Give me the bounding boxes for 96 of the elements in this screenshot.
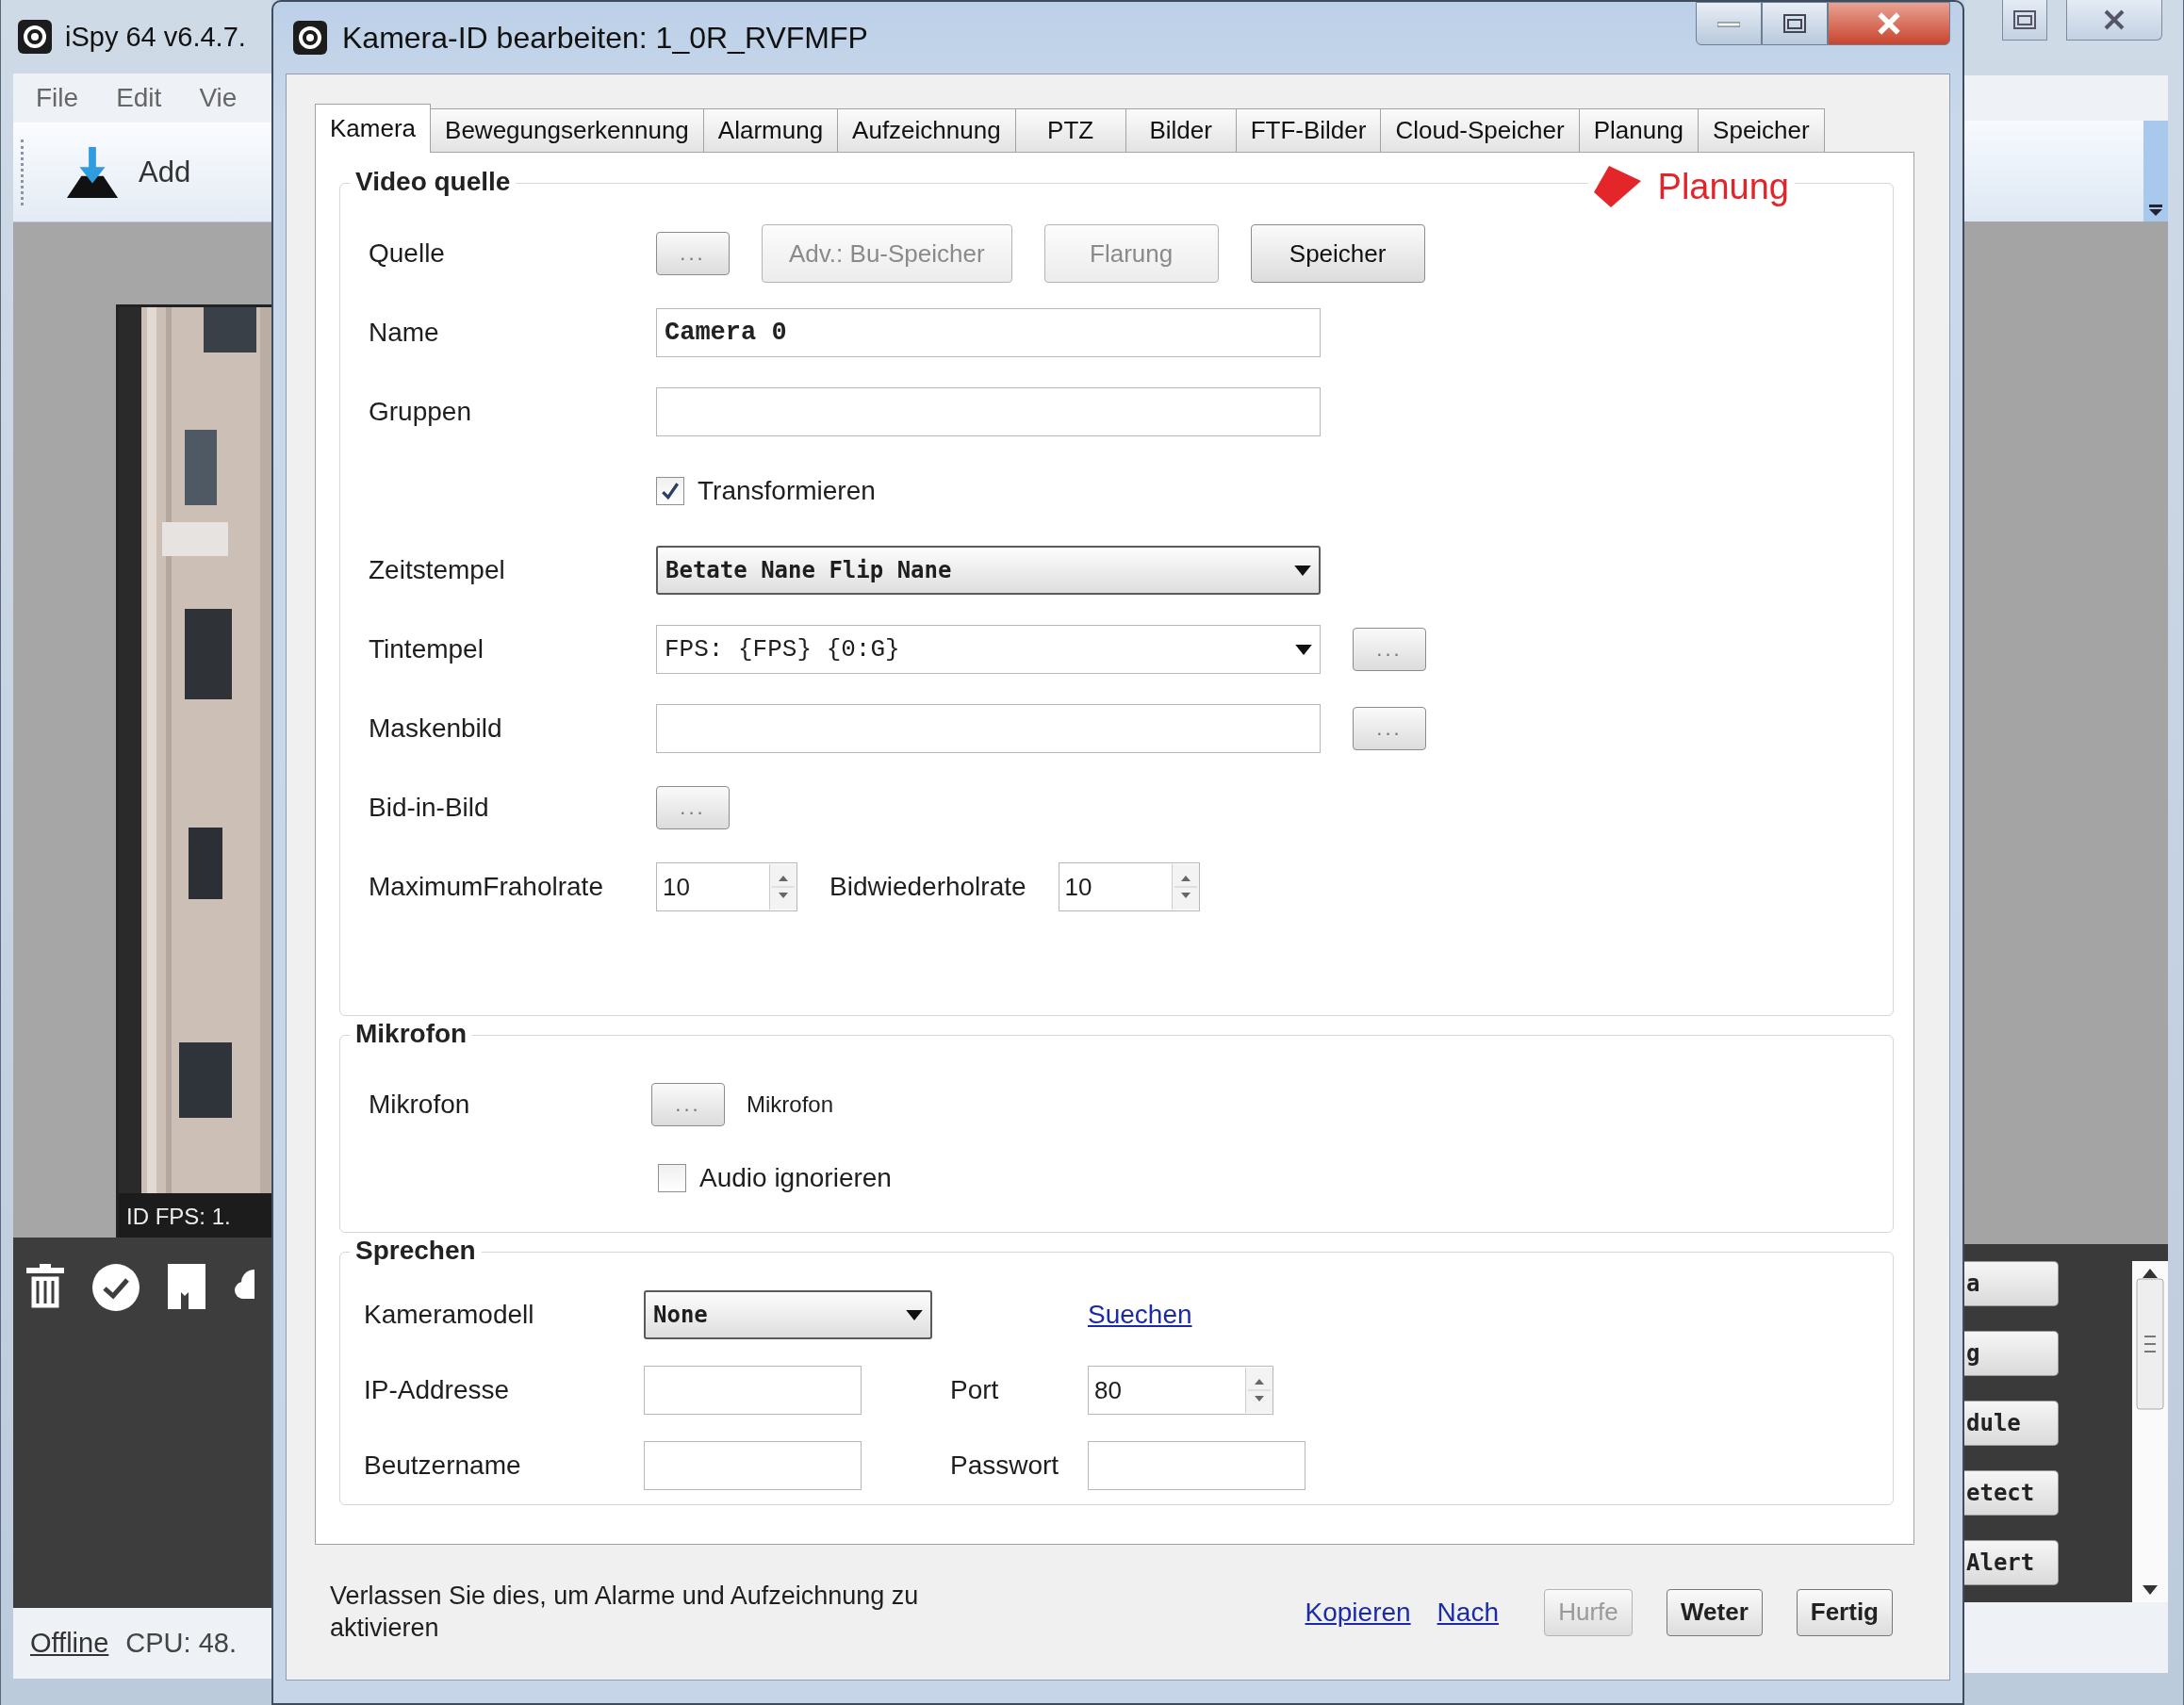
menu-item[interactable]: File bbox=[36, 83, 79, 113]
field-label: MaximumFraholrate bbox=[369, 872, 604, 902]
maximize-button[interactable] bbox=[1762, 2, 1828, 45]
link[interactable]: Nach bbox=[1437, 1597, 1499, 1628]
minimize-icon bbox=[1717, 19, 1740, 28]
tab[interactable]: FTF-Bilder bbox=[1235, 108, 1382, 152]
maximize-button[interactable] bbox=[2002, 0, 2047, 41]
side-button[interactable]: etect bbox=[1964, 1470, 2059, 1516]
text-field[interactable] bbox=[656, 387, 1321, 436]
tab[interactable]: Cloud-Speicher bbox=[1380, 108, 1580, 152]
dialog-button[interactable]: Weter bbox=[1667, 1588, 1763, 1636]
spin-buttons[interactable] bbox=[1245, 1368, 1273, 1413]
text-field[interactable] bbox=[1088, 1441, 1305, 1490]
field-label: Zeitstempel bbox=[369, 555, 506, 585]
restore-icon bbox=[1783, 14, 1806, 33]
window-title: Kamera-ID bearbeiten: 1_0R_RVFMFP bbox=[342, 20, 868, 56]
window-title: iSpy 64 v6.4.7. bbox=[65, 21, 246, 53]
caret-icon bbox=[1295, 644, 1312, 655]
scroll-down-icon[interactable] bbox=[2143, 1585, 2158, 1595]
field-label: Port bbox=[950, 1375, 1000, 1405]
side-button[interactable]: g bbox=[1964, 1331, 2059, 1376]
tab[interactable]: Aufzeichnung bbox=[837, 108, 1016, 152]
app-icon bbox=[293, 21, 327, 55]
tab[interactable]: Kamera bbox=[315, 104, 432, 153]
side-button[interactable]: Alert bbox=[1964, 1540, 2059, 1585]
annotation-text: Planung bbox=[1657, 166, 1789, 207]
dropdown[interactable]: None bbox=[644, 1290, 932, 1339]
scroll-thumb[interactable] bbox=[2136, 1278, 2164, 1410]
link[interactable]: Suechen bbox=[1088, 1300, 1893, 1330]
text-field[interactable] bbox=[644, 1441, 862, 1490]
action-button[interactable]: Speicher bbox=[1250, 224, 1425, 283]
browse-button[interactable]: ... bbox=[651, 1083, 725, 1126]
tab[interactable]: Bewegungserkennung bbox=[430, 108, 704, 152]
field-label: Maskenbild bbox=[369, 713, 503, 744]
book-icon[interactable] bbox=[168, 1264, 205, 1309]
trash-icon[interactable] bbox=[26, 1264, 64, 1309]
caret-icon bbox=[1294, 565, 1311, 576]
camera-overlay-text: ID FPS: 1. bbox=[126, 1204, 231, 1230]
number-field[interactable]: 10 bbox=[1058, 862, 1200, 911]
scroll-down-icon[interactable] bbox=[2149, 205, 2162, 216]
field-label: Passwort bbox=[950, 1451, 1060, 1481]
tab[interactable]: Speicher bbox=[1698, 108, 1825, 152]
checkmark-icon bbox=[660, 481, 681, 501]
app-icon bbox=[18, 20, 52, 54]
cpu-status: CPU: 48. bbox=[125, 1628, 237, 1659]
close-button[interactable] bbox=[2066, 0, 2162, 41]
status-text: Mikrofon bbox=[747, 1091, 834, 1118]
download-icon bbox=[65, 144, 120, 200]
scrollbar[interactable] bbox=[2132, 1261, 2168, 1602]
checkbox[interactable] bbox=[658, 1164, 686, 1192]
side-button[interactable]: a bbox=[1964, 1261, 2059, 1306]
minimize-button[interactable] bbox=[1696, 2, 1762, 45]
status-link[interactable]: Offline bbox=[30, 1628, 109, 1659]
field-label: Bid-in-Bild bbox=[369, 793, 490, 823]
tab[interactable]: Bilder bbox=[1125, 108, 1237, 152]
close-icon bbox=[2103, 8, 2126, 31]
field-label: Name bbox=[369, 318, 440, 348]
field-label: Bidwiederholrate bbox=[829, 872, 1026, 902]
field-label: IP-Addresse bbox=[364, 1375, 511, 1405]
check-icon[interactable] bbox=[92, 1264, 140, 1311]
spin-buttons[interactable] bbox=[1171, 864, 1199, 910]
checkbox[interactable] bbox=[656, 477, 684, 505]
number-field[interactable]: 80 bbox=[1088, 1366, 1273, 1415]
close-button[interactable] bbox=[1828, 2, 1950, 45]
number-field[interactable]: 10 bbox=[656, 862, 797, 911]
browse-button[interactable]: ... bbox=[1353, 707, 1426, 750]
field-label: Kameramodell bbox=[364, 1300, 535, 1330]
link[interactable]: Kopieren bbox=[1305, 1597, 1411, 1628]
checkbox-label[interactable]: Transformieren bbox=[698, 476, 876, 506]
field-label: Beutzername bbox=[364, 1451, 522, 1481]
dialog-button[interactable]: Fertig bbox=[1796, 1588, 1893, 1636]
tab[interactable]: Alarmung bbox=[702, 108, 839, 152]
text-field[interactable] bbox=[656, 704, 1321, 753]
combo-box[interactable]: FPS: {FPS} {0:G} bbox=[656, 625, 1321, 674]
menu-item[interactable]: Edit bbox=[116, 83, 162, 113]
field-label: Gruppen bbox=[369, 397, 472, 427]
menu-item[interactable]: Vie bbox=[199, 83, 238, 113]
side-button[interactable]: dule bbox=[1964, 1401, 2059, 1446]
field-label: Quelle bbox=[369, 238, 446, 269]
text-field[interactable]: Camera 0 bbox=[656, 308, 1321, 357]
field-label: Mikrofon bbox=[369, 1090, 471, 1120]
text-field[interactable] bbox=[644, 1366, 862, 1415]
hint-text: Verlassen Sie dies, um Alarme und Aufzeichnung zu aktivieren bbox=[330, 1580, 920, 1644]
browse-button[interactable]: ... bbox=[656, 232, 730, 275]
close-icon bbox=[1877, 11, 1901, 36]
spin-buttons[interactable] bbox=[769, 864, 796, 910]
browse-button[interactable]: ... bbox=[1353, 628, 1426, 671]
restore-icon bbox=[2013, 10, 2036, 29]
field-label: Tintempel bbox=[369, 634, 484, 664]
dropdown[interactable]: Betate Nane Flip Nane bbox=[656, 546, 1321, 595]
arrow-icon bbox=[1593, 166, 1641, 207]
tab[interactable]: PTZ bbox=[1014, 108, 1126, 152]
caret-icon bbox=[906, 1309, 923, 1320]
checkbox-label[interactable]: Audio ignorieren bbox=[699, 1163, 892, 1193]
tab[interactable]: Planung bbox=[1578, 108, 1700, 152]
browse-button[interactable]: ... bbox=[656, 786, 730, 829]
